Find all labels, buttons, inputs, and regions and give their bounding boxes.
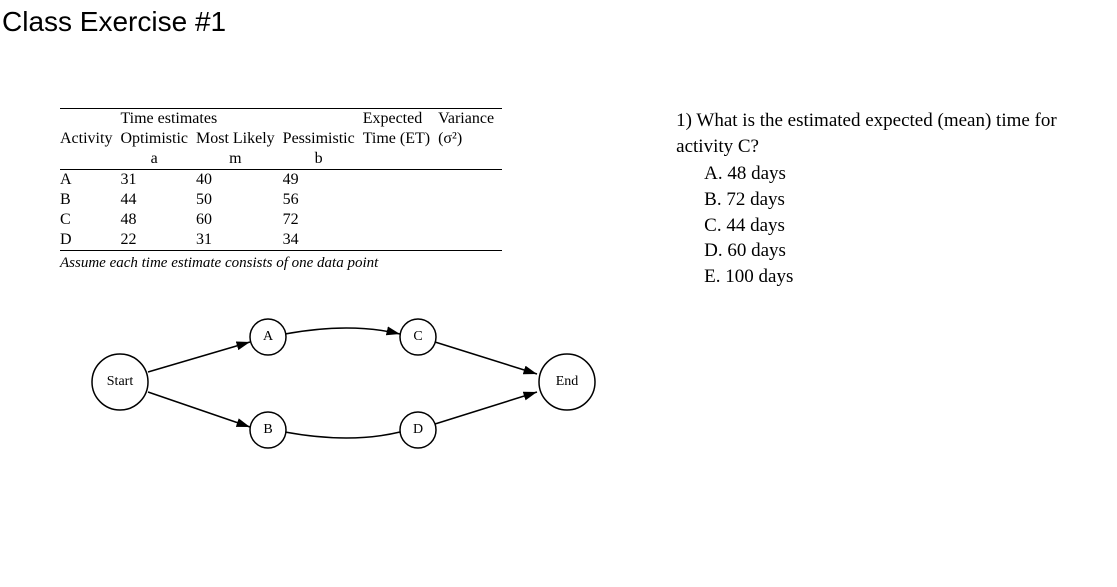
cell-activity: D [60,230,120,251]
option-b: B. 72 days [704,187,1117,213]
header-optimistic: Optimistic [120,129,196,149]
cell-m: 50 [196,190,283,210]
option-a: A. 48 days [704,161,1117,187]
header-variance-2: (σ²) [438,129,502,149]
cell-m: 31 [196,230,283,251]
header-variance-1: Variance [438,109,502,130]
node-a: A [263,329,274,344]
node-end: End [556,374,579,389]
subheader-b: b [283,149,363,170]
cell-activity: C [60,210,120,230]
cell-a: 44 [120,190,196,210]
page-title: Class Exercise #1 [0,0,1117,38]
content-area: Time estimates Expected Variance Activit… [0,108,1117,462]
node-d: D [413,422,423,437]
cell-b: 72 [283,210,363,230]
left-column: Time estimates Expected Variance Activit… [60,108,606,462]
table-row: B 44 50 56 [60,190,502,210]
cell-b: 34 [283,230,363,251]
option-c: C. 44 days [704,213,1117,239]
table-group-header: Time estimates [120,109,362,130]
time-estimates-table: Time estimates Expected Variance Activit… [60,108,502,251]
table-row: C 48 60 72 [60,210,502,230]
cell-a: 22 [120,230,196,251]
header-expected-1: Expected [363,109,438,130]
cell-activity: B [60,190,120,210]
subheader-m: m [196,149,283,170]
cell-b: 56 [283,190,363,210]
cell-a: 31 [120,170,196,191]
node-c: C [413,329,422,344]
option-d: D. 60 days [704,238,1117,264]
header-most-likely: Most Likely [196,129,283,149]
table-row: A 31 40 49 [60,170,502,191]
node-b: B [263,422,272,437]
right-column: 1) What is the estimated expected (mean)… [606,108,1117,462]
header-pessimistic: Pessimistic [283,129,363,149]
header-activity: Activity [60,129,120,149]
cell-m: 60 [196,210,283,230]
table-row: D 22 31 34 [60,230,502,251]
cell-m: 40 [196,170,283,191]
node-start: Start [107,374,134,389]
diagram-svg: Start A B C D End [80,302,600,462]
network-diagram: Start A B C D End [80,302,606,462]
cell-b: 49 [283,170,363,191]
cell-activity: A [60,170,120,191]
cell-a: 48 [120,210,196,230]
option-e: E. 100 days [704,264,1117,290]
table-note: Assume each time estimate consists of on… [60,255,606,272]
header-expected-2: Time (ET) [363,129,438,149]
subheader-a: a [120,149,196,170]
question-text: 1) What is the estimated expected (mean)… [676,108,1117,159]
